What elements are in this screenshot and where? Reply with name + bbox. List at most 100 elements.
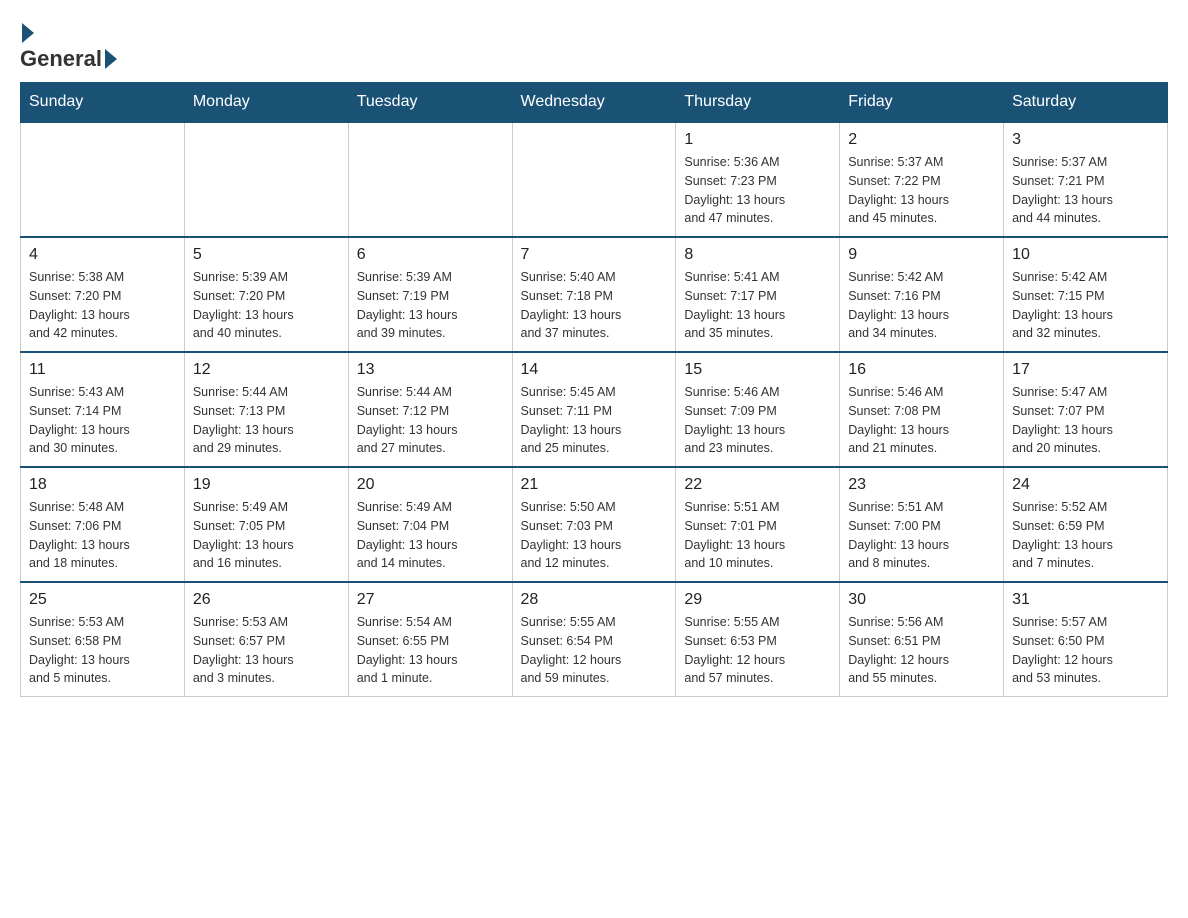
calendar-table: SundayMondayTuesdayWednesdayThursdayFrid… <box>20 82 1168 697</box>
logo: General <box>20 20 120 72</box>
calendar-cell: 1 Sunrise: 5:36 AM Sunset: 7:23 PM Daylig… <box>676 122 840 237</box>
day-of-week-friday: Friday <box>840 83 1004 123</box>
calendar-cell: 5Sunrise: 5:39 AM Sunset: 7:20 PM Daylig… <box>184 237 348 352</box>
day-number: 29 <box>684 591 831 609</box>
day-number: 14 <box>521 361 668 379</box>
day-info: Sunrise: 5:51 AM Sunset: 7:01 PM Dayligh… <box>684 498 831 573</box>
calendar-cell: 18Sunrise: 5:48 AM Sunset: 7:06 PM Dayli… <box>21 467 185 582</box>
calendar-cell <box>348 122 512 237</box>
day-info: Sunrise: 5:42 AM Sunset: 7:16 PM Dayligh… <box>848 268 995 343</box>
day-info: Sunrise: 5:37 AM Sunset: 7:21 PM Dayligh… <box>1012 153 1159 228</box>
calendar-cell: 22Sunrise: 5:51 AM Sunset: 7:01 PM Dayli… <box>676 467 840 582</box>
day-of-week-wednesday: Wednesday <box>512 83 676 123</box>
calendar-cell: 13Sunrise: 5:44 AM Sunset: 7:12 PM Dayli… <box>348 352 512 467</box>
logo-general-2: General <box>20 46 102 72</box>
day-info: Sunrise: 5:41 AM Sunset: 7:17 PM Dayligh… <box>684 268 831 343</box>
day-info: Sunrise: 5:40 AM Sunset: 7:18 PM Dayligh… <box>521 268 668 343</box>
calendar-cell: 10Sunrise: 5:42 AM Sunset: 7:15 PM Dayli… <box>1004 237 1168 352</box>
day-number: 23 <box>848 476 995 494</box>
day-info: Sunrise: 5:55 AM Sunset: 6:54 PM Dayligh… <box>521 613 668 688</box>
day-info: Sunrise: 5:49 AM Sunset: 7:04 PM Dayligh… <box>357 498 504 573</box>
day-number: 12 <box>193 361 340 379</box>
day-number: 27 <box>357 591 504 609</box>
page-header: General <box>20 20 1168 72</box>
day-info: Sunrise: 5:44 AM Sunset: 7:13 PM Dayligh… <box>193 383 340 458</box>
day-number: 26 <box>193 591 340 609</box>
day-number: 2 <box>848 131 995 149</box>
day-number: 28 <box>521 591 668 609</box>
day-info: Sunrise: 5:37 AM Sunset: 7:22 PM Dayligh… <box>848 153 995 228</box>
day-info: Sunrise: 5:49 AM Sunset: 7:05 PM Dayligh… <box>193 498 340 573</box>
day-info: Sunrise: 5:54 AM Sunset: 6:55 PM Dayligh… <box>357 613 504 688</box>
day-number: 21 <box>521 476 668 494</box>
day-info: Sunrise: 5:53 AM Sunset: 6:57 PM Dayligh… <box>193 613 340 688</box>
day-number: 11 <box>29 361 176 379</box>
day-number: 16 <box>848 361 995 379</box>
calendar-cell: 17 Sunrise: 5:47 AM Sunset: 7:07 PM Dayli… <box>1004 352 1168 467</box>
day-number: 6 <box>357 246 504 264</box>
calendar-cell <box>21 122 185 237</box>
day-number: 15 <box>684 361 831 379</box>
day-info: Sunrise: 5:47 AM Sunset: 7:07 PM Dayligh… <box>1012 383 1159 458</box>
calendar-header: SundayMondayTuesdayWednesdayThursdayFrid… <box>21 83 1168 123</box>
week-row-5: 25Sunrise: 5:53 AM Sunset: 6:58 PM Dayli… <box>21 582 1168 697</box>
day-of-week-sunday: Sunday <box>21 83 185 123</box>
day-info: Sunrise: 5:39 AM Sunset: 7:19 PM Dayligh… <box>357 268 504 343</box>
day-number: 18 <box>29 476 176 494</box>
day-info: Sunrise: 5:44 AM Sunset: 7:12 PM Dayligh… <box>357 383 504 458</box>
day-number: 8 <box>684 246 831 264</box>
day-info: Sunrise: 5:55 AM Sunset: 6:53 PM Dayligh… <box>684 613 831 688</box>
day-number: 4 <box>29 246 176 264</box>
day-info: Sunrise: 5:46 AM Sunset: 7:08 PM Dayligh… <box>848 383 995 458</box>
calendar-cell: 31 Sunrise: 5:57 AM Sunset: 6:50 PM Dayli… <box>1004 582 1168 697</box>
day-info: Sunrise: 5:46 AM Sunset: 7:09 PM Dayligh… <box>684 383 831 458</box>
day-info: Sunrise: 5:51 AM Sunset: 7:00 PM Dayligh… <box>848 498 995 573</box>
calendar-cell: 15 Sunrise: 5:46 AM Sunset: 7:09 PM Dayli… <box>676 352 840 467</box>
week-row-1: 1 Sunrise: 5:36 AM Sunset: 7:23 PM Daylig… <box>21 122 1168 237</box>
day-info: Sunrise: 5:38 AM Sunset: 7:20 PM Dayligh… <box>29 268 176 343</box>
day-info: Sunrise: 5:57 AM Sunset: 6:50 PM Dayligh… <box>1012 613 1159 688</box>
calendar-cell: 28 Sunrise: 5:55 AM Sunset: 6:54 PM Dayli… <box>512 582 676 697</box>
day-info: Sunrise: 5:36 AM Sunset: 7:23 PM Dayligh… <box>684 153 831 228</box>
calendar-cell: 30 Sunrise: 5:56 AM Sunset: 6:51 PM Dayli… <box>840 582 1004 697</box>
day-of-week-tuesday: Tuesday <box>348 83 512 123</box>
day-number: 25 <box>29 591 176 609</box>
calendar-cell: 2 Sunrise: 5:37 AM Sunset: 7:22 PM Daylig… <box>840 122 1004 237</box>
calendar-cell: 3 Sunrise: 5:37 AM Sunset: 7:21 PM Daylig… <box>1004 122 1168 237</box>
day-of-week-thursday: Thursday <box>676 83 840 123</box>
calendar-cell: 6 Sunrise: 5:39 AM Sunset: 7:19 PM Daylig… <box>348 237 512 352</box>
days-of-week-row: SundayMondayTuesdayWednesdayThursdayFrid… <box>21 83 1168 123</box>
calendar-cell: 21Sunrise: 5:50 AM Sunset: 7:03 PM Dayli… <box>512 467 676 582</box>
calendar-cell: 26 Sunrise: 5:53 AM Sunset: 6:57 PM Dayli… <box>184 582 348 697</box>
calendar-cell: 27 Sunrise: 5:54 AM Sunset: 6:55 PM Dayli… <box>348 582 512 697</box>
day-number: 19 <box>193 476 340 494</box>
calendar-cell: 20Sunrise: 5:49 AM Sunset: 7:04 PM Dayli… <box>348 467 512 582</box>
calendar-cell: 29 Sunrise: 5:55 AM Sunset: 6:53 PM Dayli… <box>676 582 840 697</box>
day-number: 17 <box>1012 361 1159 379</box>
calendar-body: 1 Sunrise: 5:36 AM Sunset: 7:23 PM Daylig… <box>21 122 1168 697</box>
calendar-cell: 11 Sunrise: 5:43 AM Sunset: 7:14 PM Dayli… <box>21 352 185 467</box>
day-number: 7 <box>521 246 668 264</box>
calendar-cell: 25Sunrise: 5:53 AM Sunset: 6:58 PM Dayli… <box>21 582 185 697</box>
day-number: 30 <box>848 591 995 609</box>
day-info: Sunrise: 5:56 AM Sunset: 6:51 PM Dayligh… <box>848 613 995 688</box>
calendar-cell: 24Sunrise: 5:52 AM Sunset: 6:59 PM Dayli… <box>1004 467 1168 582</box>
day-info: Sunrise: 5:45 AM Sunset: 7:11 PM Dayligh… <box>521 383 668 458</box>
day-info: Sunrise: 5:52 AM Sunset: 6:59 PM Dayligh… <box>1012 498 1159 573</box>
day-number: 31 <box>1012 591 1159 609</box>
calendar-cell: 4 Sunrise: 5:38 AM Sunset: 7:20 PM Daylig… <box>21 237 185 352</box>
day-number: 10 <box>1012 246 1159 264</box>
day-number: 9 <box>848 246 995 264</box>
calendar-cell: 7 Sunrise: 5:40 AM Sunset: 7:18 PM Daylig… <box>512 237 676 352</box>
logo-chevron-icon <box>105 49 117 69</box>
calendar-cell: 19 Sunrise: 5:49 AM Sunset: 7:05 PM Dayli… <box>184 467 348 582</box>
day-info: Sunrise: 5:43 AM Sunset: 7:14 PM Dayligh… <box>29 383 176 458</box>
day-of-week-monday: Monday <box>184 83 348 123</box>
day-number: 3 <box>1012 131 1159 149</box>
week-row-3: 11 Sunrise: 5:43 AM Sunset: 7:14 PM Dayli… <box>21 352 1168 467</box>
day-number: 5 <box>193 246 340 264</box>
day-number: 1 <box>684 131 831 149</box>
week-row-2: 4 Sunrise: 5:38 AM Sunset: 7:20 PM Daylig… <box>21 237 1168 352</box>
calendar-cell: 12 Sunrise: 5:44 AM Sunset: 7:13 PM Dayli… <box>184 352 348 467</box>
calendar-cell: 9 Sunrise: 5:42 AM Sunset: 7:16 PM Daylig… <box>840 237 1004 352</box>
